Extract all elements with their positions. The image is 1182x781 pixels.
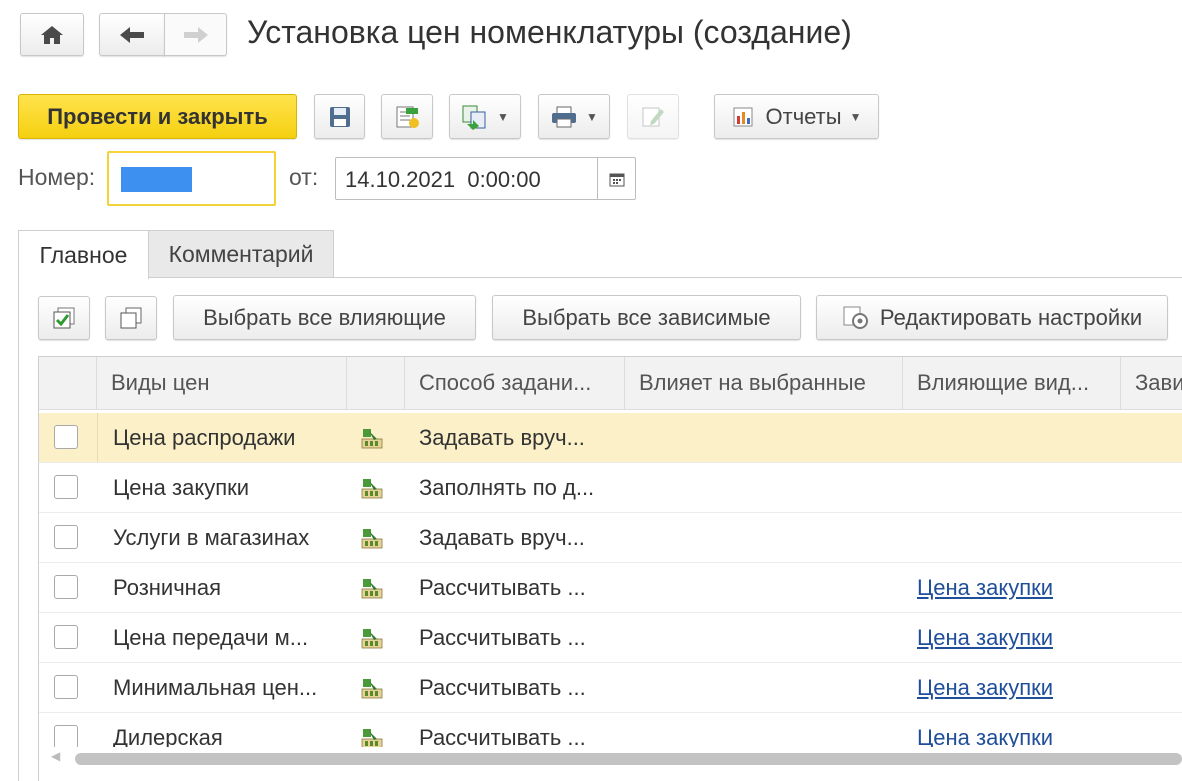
select-all-dependent-button[interactable]: Выбрать все зависимые [492,295,801,340]
price-type-icon [359,413,399,462]
check-all-button[interactable] [38,296,90,340]
price-type-name: Цена закупки [113,474,250,500]
price-type-icon [359,613,399,662]
chevron-down-icon: ▼ [497,109,509,124]
forward-button[interactable] [164,13,227,56]
row-checkbox[interactable] [54,525,78,549]
scroll-left-icon[interactable]: ◀ [51,749,60,763]
column-header-price-types[interactable]: Виды цен [97,357,347,409]
date-from-label: от: [289,164,319,190]
back-button[interactable] [99,13,165,56]
tab-comment[interactable]: Комментарий [148,230,334,278]
table-row[interactable]: Услуги в магазинах Задавать вруч... [39,513,1182,563]
edit-icon [642,107,664,126]
reports-label: Отчеты [765,103,842,129]
method-cell: Рассчитывать ... [419,624,586,650]
uncheck-all-button[interactable] [105,296,157,340]
column-header-dependent[interactable]: Зави [1121,357,1182,409]
settings-icon [843,306,868,329]
row-checkbox[interactable] [54,675,78,699]
price-type-name: Услуги в магазинах [113,524,310,550]
row-separator [97,413,98,462]
create-based-icon [462,105,486,130]
number-field[interactable] [107,151,276,206]
column-header-checkbox[interactable] [39,357,97,409]
post-and-close-button[interactable]: Провести и закрыть [18,94,297,139]
row-checkbox[interactable] [54,575,78,599]
column-header-influencing-types[interactable]: Влияющие вид... [903,357,1121,409]
post-and-close-label: Провести и закрыть [47,103,268,129]
arrow-left-icon [120,26,144,43]
grid-header: Виды цен Способ задани... Влияет на выбр… [39,357,1182,410]
column-header-method[interactable]: Способ задани... [405,357,625,409]
print-icon [552,106,577,127]
calendar-icon [609,173,624,186]
influencing-link[interactable]: Цена закупки [917,613,1117,662]
save-button[interactable] [314,94,365,139]
influencing-link [917,513,1117,562]
influencing-link[interactable]: Цена закупки [917,563,1117,612]
price-type-name: Минимальная цен... [113,674,318,700]
table-row[interactable]: Цена передачи м... Рассчитывать ... Цена з… [39,613,1182,663]
select-all-influencing-button[interactable]: Выбрать все влияющие [173,295,476,340]
horizontal-scrollbar[interactable]: ◀ [39,747,1182,771]
column-header-affects-selected[interactable]: Влияет на выбранные [625,357,903,409]
home-button[interactable] [20,13,84,56]
influencing-link [917,463,1117,512]
arrow-right-icon [183,26,208,43]
post-icon [396,106,419,128]
price-type-name: Розничная [113,574,221,600]
post-button[interactable] [381,94,433,139]
chevron-down-icon: ▼ [586,109,598,124]
table-row[interactable]: Минимальная цен... Рассчитывать ... Цена з… [39,663,1182,713]
price-type-icon [359,513,399,562]
price-type-icon [359,563,399,612]
row-checkbox[interactable] [54,425,78,449]
method-cell: Задавать вруч... [419,524,585,550]
chevron-down-icon: ▼ [849,109,862,124]
report-icon [733,107,753,126]
date-field[interactable]: 14.10.2021 0:00:00 [335,157,636,200]
edit-button[interactable] [627,94,679,139]
price-type-name: Цена передачи м... [113,624,309,650]
influencing-link[interactable]: Цена закупки [917,663,1117,712]
method-cell: Рассчитывать ... [419,674,586,700]
influencing-link [917,413,1117,462]
scrollbar-thumb[interactable] [75,753,1182,765]
home-icon [41,25,63,44]
create-based-on-button[interactable]: ▼ [449,94,521,139]
edit-settings-button[interactable]: Редактировать настройки [816,295,1168,340]
row-checkbox[interactable] [54,625,78,649]
uncheck-all-icon [120,307,142,329]
number-label: Номер: [18,164,96,190]
save-icon [329,106,350,127]
table-row[interactable]: Цена закупки Заполнять по д... [39,463,1182,513]
page-title: Установка цен номенклатуры (создание) [247,14,852,50]
table-row[interactable]: Цена распродажи Задавать вруч... [39,413,1182,463]
method-cell: Рассчитывать ... [419,574,586,600]
tab-panel-border-left [18,278,19,781]
row-checkbox[interactable] [54,725,78,749]
reports-button[interactable]: Отчеты ▼ [714,94,879,139]
tab-main[interactable]: Главное [18,230,149,279]
price-type-name: Цена распродажи [113,424,296,450]
price-type-icon [359,463,399,512]
column-header-icon[interactable] [347,357,405,409]
date-value: 14.10.2021 0:00:00 [345,167,541,192]
method-cell: Заполнять по д... [419,474,595,500]
check-all-icon [53,307,75,329]
method-cell: Задавать вруч... [419,424,585,450]
price-type-icon [359,663,399,712]
number-value-highlight [121,167,192,192]
print-button[interactable]: ▼ [538,94,610,139]
row-checkbox[interactable] [54,475,78,499]
table-row[interactable]: Розничная Рассчитывать ... Цена закупки [39,563,1182,613]
calendar-button[interactable] [597,158,635,199]
